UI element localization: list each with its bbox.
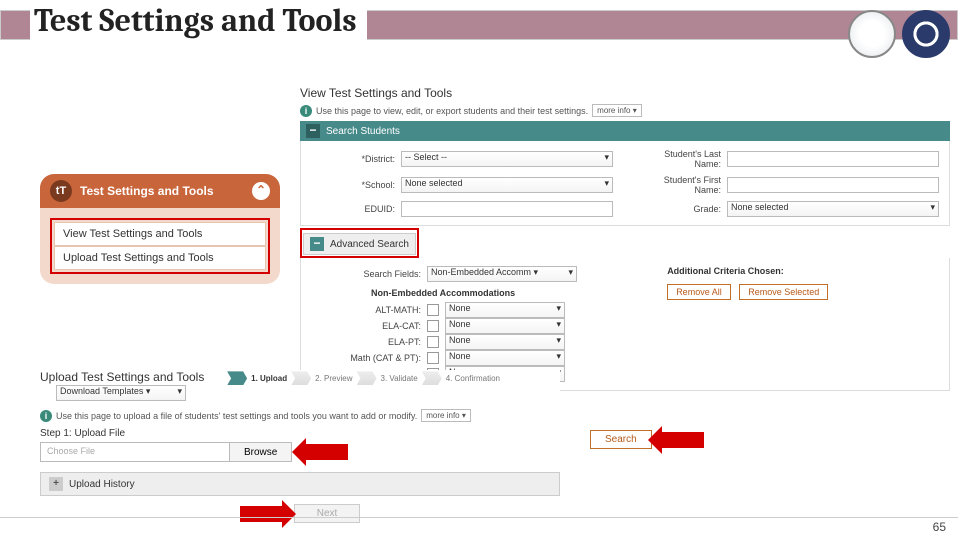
chevron-up-icon: ⌃	[252, 182, 270, 200]
advanced-search-header[interactable]: − Advanced Search	[303, 233, 416, 255]
school-select[interactable]: None selected	[401, 177, 613, 193]
sidebar-highlight: View Test Settings and Tools Upload Test…	[50, 218, 270, 274]
step-4: 4. Confirmation	[446, 374, 500, 383]
search-students-header[interactable]: − Search Students	[300, 121, 950, 141]
view-info-text: Use this page to view, edit, or export s…	[316, 106, 588, 116]
accom-select[interactable]: None	[445, 334, 565, 350]
browse-button[interactable]: Browse	[230, 442, 292, 462]
step-1: 1. Upload	[251, 374, 287, 383]
eduid-label: EDUID:	[311, 204, 395, 214]
accom-label: ALT-MATH:	[311, 305, 421, 315]
callout-arrow-icon	[240, 506, 284, 522]
district-select[interactable]: -- Select --	[401, 151, 613, 167]
eduid-input[interactable]	[401, 201, 613, 217]
callout-arrow-icon	[304, 444, 348, 460]
page-title: Test Settings and Tools	[30, 2, 367, 41]
accom-select[interactable]: None	[445, 350, 565, 366]
step-2: 2. Preview	[315, 374, 352, 383]
search-fields-select[interactable]: Non-Embedded Accomm ▾	[427, 266, 577, 282]
accom-checkbox[interactable]	[427, 304, 439, 316]
collapse-icon: −	[306, 124, 320, 138]
upload-history-label: Upload History	[69, 479, 135, 490]
search-fields-label: Search Fields:	[311, 269, 421, 279]
search-students-label: Search Students	[326, 126, 400, 137]
test-tools-icon: tT	[50, 180, 72, 202]
upload-info-text: Use this page to upload a file of studen…	[56, 411, 417, 421]
more-info-toggle[interactable]: more info ▾	[592, 104, 642, 117]
info-icon: i	[300, 105, 312, 117]
upload-wizard-steps: 1. Upload 2. Preview 3. Validate 4. Conf…	[227, 371, 500, 385]
agency-seal-1	[848, 10, 896, 58]
choose-file-field[interactable]: Choose File	[40, 442, 230, 462]
expand-icon: +	[49, 477, 63, 491]
remove-selected-button[interactable]: Remove Selected	[739, 284, 828, 300]
info-icon: i	[40, 410, 52, 422]
grade-select[interactable]: None selected	[727, 201, 939, 217]
accom-select[interactable]: None	[445, 318, 565, 334]
lastname-label: Student's Last Name:	[637, 149, 721, 169]
firstname-label: Student's First Name:	[637, 175, 721, 195]
page-number: 65	[933, 520, 946, 534]
advanced-search-highlight: − Advanced Search	[300, 228, 419, 258]
sidebar-item-upload[interactable]: Upload Test Settings and Tools	[54, 246, 266, 270]
upload-settings-panel: Upload Test Settings and Tools 1. Upload…	[40, 370, 560, 523]
accom-label: ELA-PT:	[311, 337, 421, 347]
upload-panel-title: Upload Test Settings and Tools	[40, 370, 204, 384]
collapse-icon: −	[310, 237, 324, 251]
advanced-search-label: Advanced Search	[330, 239, 409, 250]
district-label: *District:	[311, 154, 395, 164]
search-action-row: Search	[590, 430, 704, 449]
firstname-input[interactable]	[727, 177, 939, 193]
footer-divider	[0, 517, 958, 518]
school-label: *School:	[311, 180, 395, 190]
sidebar-item-view[interactable]: View Test Settings and Tools	[54, 222, 266, 246]
search-button[interactable]: Search	[590, 430, 652, 449]
callout-arrow-icon	[660, 432, 704, 448]
grade-label: Grade:	[637, 204, 721, 214]
criteria-header: Additional Criteria Chosen:	[667, 266, 939, 276]
sidebar-nav-title: Test Settings and Tools	[80, 184, 214, 198]
download-templates-select[interactable]: Download Templates ▾	[56, 385, 186, 401]
accom-checkbox[interactable]	[427, 336, 439, 348]
more-info-toggle[interactable]: more info ▾	[421, 409, 471, 422]
step-3: 3. Validate	[381, 374, 418, 383]
accom-label: Math (CAT & PT):	[311, 353, 421, 363]
next-button[interactable]: Next	[294, 504, 361, 523]
accom-checkbox[interactable]	[427, 320, 439, 332]
accom-label: ELA-CAT:	[311, 321, 421, 331]
view-panel-title: View Test Settings and Tools	[300, 86, 950, 100]
sidebar-nav-header[interactable]: tT Test Settings and Tools ⌃	[40, 174, 280, 208]
sidebar-nav: tT Test Settings and Tools ⌃ View Test S…	[40, 174, 280, 284]
agency-seal-2	[902, 10, 950, 58]
accommodations-header: Non-Embedded Accommodations	[371, 288, 637, 298]
lastname-input[interactable]	[727, 151, 939, 167]
accom-select[interactable]: None	[445, 302, 565, 318]
upload-history-header[interactable]: + Upload History	[40, 472, 560, 496]
accom-checkbox[interactable]	[427, 352, 439, 364]
view-settings-panel: View Test Settings and Tools i Use this …	[300, 86, 950, 376]
remove-all-button[interactable]: Remove All	[667, 284, 731, 300]
